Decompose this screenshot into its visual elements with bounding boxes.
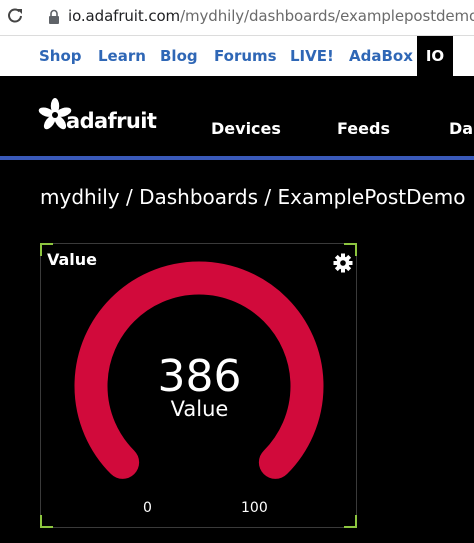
corner-marker: [40, 515, 53, 528]
block-title: Value: [47, 250, 98, 269]
top-nav: Shop Learn Blog Forums LIVE! AdaBox IO: [0, 36, 474, 76]
url-host: io.adafruit.com: [68, 7, 181, 25]
resize-handle[interactable]: [343, 514, 357, 528]
gauge-value: 386: [157, 351, 242, 402]
main-nav-dashboards[interactable]: Das: [449, 119, 474, 138]
gauge-max-label: 100: [241, 500, 268, 516]
reload-icon[interactable]: [5, 6, 25, 26]
corner-marker: [344, 243, 357, 256]
nav-link-learn[interactable]: Learn: [98, 47, 146, 65]
breadcrumb: mydhily / Dashboards / ExamplePostDemo: [40, 185, 466, 209]
gauge-label: Value: [170, 397, 229, 421]
brand-wordmark[interactable]: adafruit: [66, 109, 157, 133]
header-divider: [0, 156, 474, 160]
nav-link-io[interactable]: IO: [417, 36, 453, 76]
corner-marker: [40, 243, 53, 256]
nav-link-live[interactable]: LIVE!: [290, 47, 334, 65]
nav-link-blog[interactable]: Blog: [160, 47, 198, 65]
gauge-min-label: 0: [143, 500, 152, 516]
browser-url-bar: io.adafruit.com/mydhily/dashboards/examp…: [0, 0, 474, 36]
site-header: adafruit Devices Feeds Das: [0, 76, 474, 156]
nav-link-shop[interactable]: Shop: [39, 47, 82, 65]
main-nav-feeds[interactable]: Feeds: [337, 119, 390, 138]
nav-link-adabox[interactable]: AdaBox: [349, 47, 413, 65]
main-nav-devices[interactable]: Devices: [211, 119, 281, 138]
gauge-block: Value 386 Value 0 100: [40, 243, 357, 528]
url-path: /mydhily/dashboards/examplepostdemo: [180, 7, 474, 25]
nav-link-forums[interactable]: Forums: [214, 47, 277, 65]
address-field[interactable]: io.adafruit.com/mydhily/dashboards/examp…: [68, 7, 474, 25]
lock-icon: [49, 9, 59, 24]
